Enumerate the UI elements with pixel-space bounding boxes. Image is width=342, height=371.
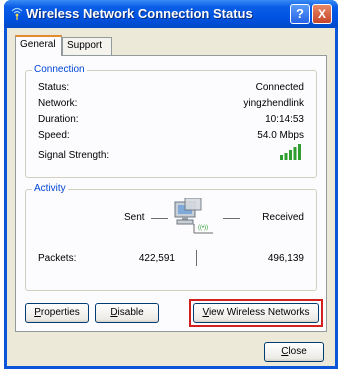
dialog-body: General Support Connection Status: Conne… [7,28,335,366]
signal-strength-label: Signal Strength: [38,150,110,161]
computer-activity-icon: ((•)) [174,198,213,234]
disable-label: isable [117,307,144,318]
speed-label: Speed: [38,130,70,141]
disable-button[interactable]: Disable [95,303,159,323]
help-button[interactable]: ? [290,4,310,24]
network-label: Network: [38,98,78,109]
packets-divider [196,250,197,266]
view-wireless-networks-button[interactable]: View Wireless Networks [193,303,319,323]
duration-label: Duration: [38,114,79,125]
tab-general[interactable]: General [15,35,62,56]
disable-mnemonic: D [110,307,118,318]
general-tab-panel: Connection Status: Connected Network: yi… [15,55,327,332]
packets-label: Packets: [38,253,77,264]
status-window: Wireless Network Connection Status ? X G… [4,0,338,369]
connection-legend: Connection [32,64,87,75]
view-networks-label: iew Wireless Networks [208,307,310,318]
close-label: lose [288,346,307,357]
signal-row: Signal Strength: [38,144,304,163]
network-row: Network: yingzhendlink [38,98,304,111]
close-window-button[interactable]: X [312,4,332,24]
wireless-network-icon [11,7,23,20]
received-line [223,218,240,219]
duration-value: 10:14:53 [265,114,304,125]
title-bar[interactable]: Wireless Network Connection Status ? X [4,0,338,28]
status-row: Status: Connected [38,82,304,95]
tab-support[interactable]: Support [62,37,112,55]
speed-value: 54.0 Mbps [257,130,304,141]
properties-mnemonic: P [34,307,41,318]
status-value: Connected [255,82,304,93]
duration-row: Duration: 10:14:53 [38,114,304,127]
properties-button[interactable]: Properties [25,303,89,323]
packets-sent-value: 422,591 [138,253,175,264]
received-label: Received [262,212,304,223]
status-label: Status: [38,82,70,93]
close-button[interactable]: Close [264,342,324,362]
activity-legend: Activity [32,183,68,194]
activity-group: Activity Sent ((•)) Received Packets: 42… [25,183,317,291]
network-value: yingzhendlink [243,98,304,109]
sent-label: Sent [124,212,145,223]
speed-row: Speed: 54.0 Mbps [38,130,304,143]
window-title: Wireless Network Connection Status [26,6,253,21]
svg-text:((•)): ((•)) [198,225,208,231]
signal-strength-icon [280,144,301,160]
connection-group: Connection Status: Connected Network: yi… [25,64,317,178]
packets-received-value: 496,139 [267,253,304,264]
properties-label: roperties [40,307,80,318]
sent-line [151,218,168,219]
